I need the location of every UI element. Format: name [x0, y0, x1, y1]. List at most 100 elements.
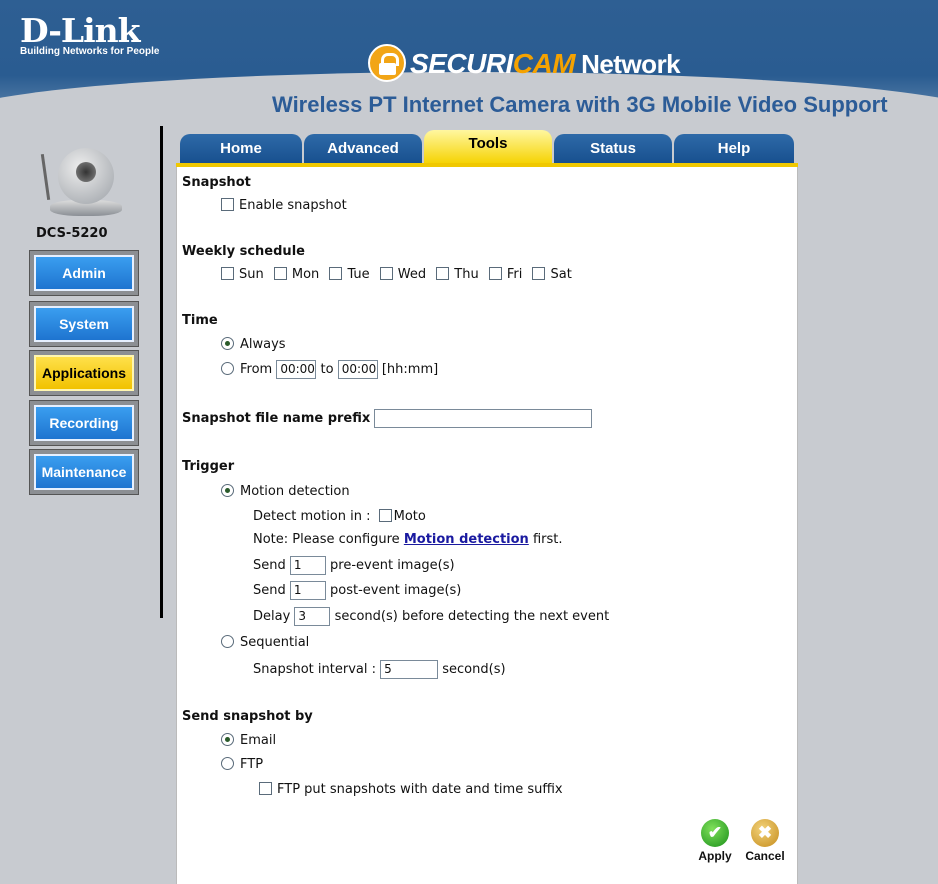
post-event-input[interactable]: 1	[289, 581, 326, 600]
logo-main: D-Link	[20, 11, 141, 50]
moto-checkbox[interactable]	[378, 509, 392, 522]
enable-snapshot-checkbox[interactable]	[221, 198, 234, 211]
interval-row: Snapshot interval : 5 second(s)	[253, 660, 506, 679]
sidebar-item-applications[interactable]: Applications	[29, 350, 139, 396]
tab-status[interactable]: Status	[554, 134, 672, 164]
lock-icon	[368, 44, 406, 82]
note-suffix: first.	[532, 532, 563, 547]
trigger-heading: Trigger	[182, 459, 235, 474]
sidebar-item-admin[interactable]: Admin	[29, 250, 139, 296]
delay-row: Delay 3 second(s) before detecting the n…	[253, 607, 609, 626]
sequential-radio[interactable]	[221, 635, 234, 648]
brand-part2: CAM	[512, 48, 576, 79]
sidebar-item-label: Admin	[34, 255, 134, 291]
settings-panel: Snapshot Enable snapshot Weekly schedule…	[176, 167, 798, 884]
day-wed-label: Wed	[397, 267, 427, 282]
motion-detection-radio[interactable]	[221, 484, 234, 497]
day-mon-checkbox[interactable]	[273, 267, 287, 280]
sidebar-item-recording[interactable]: Recording	[29, 400, 139, 446]
cancel-button[interactable]: ✖ Cancel	[741, 819, 789, 863]
sequential-row: Sequential	[221, 635, 309, 650]
sidebar-item-system[interactable]: System	[29, 301, 139, 347]
camera-icon	[40, 140, 130, 230]
enable-snapshot-label: Enable snapshot	[239, 198, 347, 213]
ftp-radio[interactable]	[221, 757, 234, 770]
camera-lens	[76, 162, 96, 182]
product-subtitle: Wireless PT Internet Camera with 3G Mobi…	[272, 92, 888, 117]
pre-event-input[interactable]: 1	[289, 556, 326, 575]
brand-part3: Network	[581, 49, 681, 79]
email-radio[interactable]	[221, 733, 234, 746]
pre-event-row: Send 1 pre-event image(s)	[253, 556, 455, 575]
sequential-label: Sequential	[240, 635, 310, 650]
detect-in-label: Detect motion in :	[253, 509, 371, 524]
cancel-label: Cancel	[745, 849, 785, 863]
delay-label: Delay	[253, 609, 291, 624]
pre-send-label: Send	[253, 558, 286, 573]
time-heading: Time	[182, 313, 218, 328]
enable-snapshot-row: Enable snapshot	[221, 198, 347, 213]
sidebar-item-label: Recording	[34, 405, 134, 441]
day-thu-label: Thu	[454, 267, 479, 282]
time-to-label: to	[320, 362, 334, 377]
tab-home[interactable]: Home	[180, 134, 302, 164]
ftp-suffix-label: FTP put snapshots with date and time suf…	[277, 782, 563, 797]
day-fri-checkbox[interactable]	[488, 267, 502, 280]
ftp-label: FTP	[240, 757, 264, 772]
sidebar-item-label: Maintenance	[34, 454, 134, 490]
ftp-suffix-checkbox[interactable]	[259, 782, 272, 795]
securicam-brand: SECURICAM Network	[410, 48, 681, 80]
time-format-hint: [hh:mm]	[381, 362, 439, 377]
tab-help[interactable]: Help	[674, 134, 794, 164]
close-icon: ✖	[751, 819, 779, 847]
ftp-row: FTP	[221, 757, 263, 772]
post-event-row: Send 1 post-event image(s)	[253, 581, 461, 600]
day-sun-label: Sun	[239, 267, 264, 282]
header-banner: D-Link Building Networks for People SECU…	[0, 0, 938, 126]
post-event-label: post-event image(s)	[330, 583, 462, 598]
motion-row: Motion detection	[221, 484, 350, 499]
time-from-row: From 00:00 to 00:00 [hh:mm]	[221, 360, 438, 379]
snapshot-heading: Snapshot	[182, 175, 251, 190]
time-to-input[interactable]: 00:00	[337, 360, 378, 379]
prefix-label: Snapshot file name prefix	[182, 411, 371, 426]
sidebar-item-label: Applications	[34, 355, 134, 391]
tab-advanced[interactable]: Advanced	[304, 134, 422, 164]
sidebar-divider	[160, 126, 163, 618]
tab-tools[interactable]: Tools	[424, 130, 552, 164]
motion-detection-link[interactable]: Motion detection	[404, 532, 529, 547]
pre-event-label: pre-event image(s)	[330, 558, 455, 573]
delay-input[interactable]: 3	[294, 607, 331, 626]
time-from-input[interactable]: 00:00	[276, 360, 317, 379]
post-send-label: Send	[253, 583, 286, 598]
detect-in-row: Detect motion in : Moto	[253, 509, 426, 524]
weekly-schedule-heading: Weekly schedule	[182, 244, 305, 259]
prefix-row: Snapshot file name prefix	[182, 409, 593, 428]
send-by-heading: Send snapshot by	[182, 709, 313, 724]
prefix-input[interactable]	[374, 409, 593, 428]
time-always-label: Always	[240, 337, 286, 352]
note-prefix: Note: Please configure	[253, 532, 400, 547]
day-thu-checkbox[interactable]	[436, 267, 450, 280]
sidebar-item-maintenance[interactable]: Maintenance	[29, 449, 139, 495]
day-wed-checkbox[interactable]	[379, 267, 393, 280]
email-row: Email	[221, 733, 276, 748]
interval-suffix: second(s)	[442, 662, 506, 677]
dlink-logo: D-Link Building Networks for People	[20, 11, 159, 58]
time-always-row: Always	[221, 337, 286, 352]
ftp-suffix-row: FTP put snapshots with date and time suf…	[259, 782, 563, 797]
motion-detection-label: Motion detection	[240, 484, 350, 499]
interval-input[interactable]: 5	[380, 660, 439, 679]
model-name: DCS-5220	[36, 226, 108, 241]
apply-label: Apply	[698, 849, 732, 863]
note-row: Note: Please configure Motion detection …	[253, 532, 562, 547]
camera-antenna	[40, 154, 51, 200]
sidebar-item-label: System	[34, 306, 134, 342]
time-always-radio[interactable]	[221, 337, 234, 350]
apply-button[interactable]: ✔ Apply	[695, 819, 735, 863]
time-from-radio[interactable]	[221, 362, 234, 375]
day-tue-checkbox[interactable]	[329, 267, 343, 280]
day-sat-checkbox[interactable]	[532, 267, 546, 280]
day-sun-checkbox[interactable]	[221, 267, 234, 280]
checkmark-icon: ✔	[701, 819, 729, 847]
